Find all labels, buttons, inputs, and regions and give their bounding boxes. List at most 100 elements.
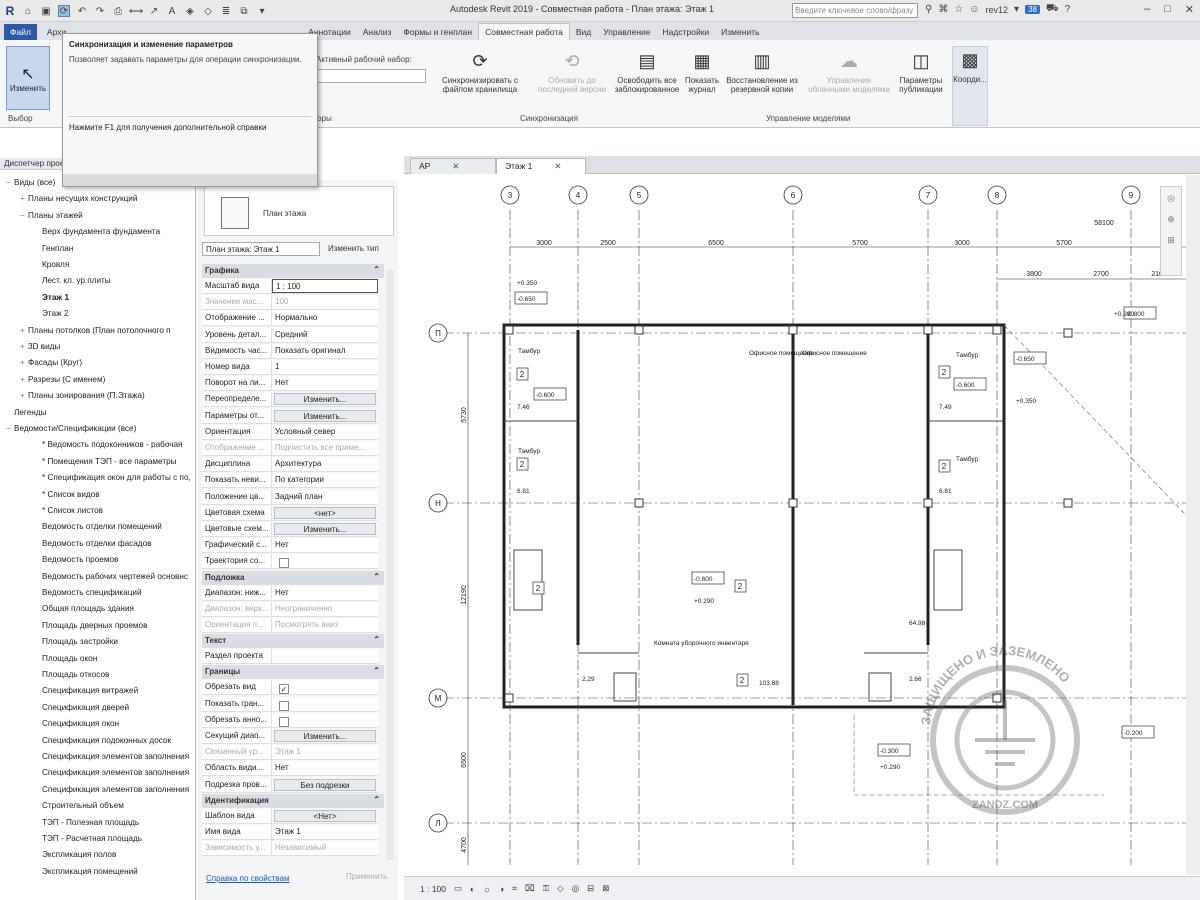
expand-icon[interactable]: +: [20, 194, 28, 203]
apply-button[interactable]: Применить: [346, 872, 387, 881]
properties-help-link[interactable]: Справка по свойствам: [206, 874, 289, 883]
browser-item[interactable]: + Фасады (Круг): [20, 358, 82, 367]
reload-latest-button[interactable]: ⟲ Обновить до последней версии: [530, 48, 614, 95]
property-edit-button[interactable]: Изменить...: [274, 730, 376, 742]
lock-icon[interactable]: ⚿: [543, 883, 549, 894]
cart-icon[interactable]: ⛟: [1046, 3, 1059, 16]
open-icon[interactable]: ⌂: [22, 5, 34, 17]
sun-path-icon[interactable]: ☼: [483, 884, 491, 894]
close-icon[interactable]: ✕: [452, 161, 459, 171]
crop-view-icon[interactable]: ⌗: [512, 883, 517, 894]
text-icon[interactable]: A: [166, 5, 178, 17]
search-input[interactable]: Введите ключевое слово/фразу: [792, 3, 918, 18]
browser-item[interactable]: Спецификация витражей: [34, 686, 138, 695]
browser-item[interactable]: Лест. кл. ур.плиты: [34, 276, 111, 285]
property-value[interactable]: Средний: [272, 327, 378, 342]
publish-settings-button[interactable]: ◫ Параметры публикации: [894, 48, 948, 95]
browser-item[interactable]: Площадь откосов: [34, 670, 109, 679]
expand-icon[interactable]: +: [20, 342, 28, 351]
browser-item[interactable]: Этаж 2: [34, 309, 68, 318]
close-icon[interactable]: ✕: [1185, 3, 1194, 16]
property-value[interactable]: [272, 649, 378, 664]
shadows-icon[interactable]: ◑: [499, 884, 504, 894]
property-value[interactable]: Нет: [272, 376, 378, 391]
property-value[interactable]: 1 : 100: [272, 279, 378, 293]
analytical-icon[interactable]: ⊟: [587, 883, 594, 894]
redo-icon[interactable]: ↷: [94, 5, 106, 17]
tab-addins[interactable]: Надстройки: [657, 24, 716, 40]
property-value[interactable]: Нет: [272, 761, 378, 776]
maximize-icon[interactable]: □: [1164, 3, 1171, 16]
browser-item[interactable]: Легенды: [6, 408, 46, 417]
property-value[interactable]: Задний план: [272, 489, 378, 504]
browser-item[interactable]: − Планы этажей: [20, 211, 83, 220]
property-value[interactable]: Нет: [272, 585, 378, 600]
browser-item[interactable]: Верх фундамента фундамента: [34, 227, 160, 236]
restore-backup-button[interactable]: ▥ Восстановление из резервной копии: [724, 48, 800, 95]
floor-plan-drawing[interactable]: 3 4 5 6 7 8 9 П Н М Л 3000 2500 6500 5700 3000 5700 3800 2…: [404, 175, 1186, 875]
browser-item[interactable]: Этаж 1: [34, 293, 69, 302]
sync-central-button[interactable]: ⟳ Синхронизировать с файлом хранилища: [436, 48, 524, 95]
property-value[interactable]: Нормально: [272, 311, 378, 326]
property-value[interactable]: 1: [272, 360, 378, 374]
coordinate-button[interactable]: ▩ Коорди...: [952, 46, 988, 126]
browser-item[interactable]: Экспликация помещений: [34, 867, 138, 876]
show-history-button[interactable]: ▦ Показать журнал: [682, 48, 722, 95]
cloud-badge[interactable]: 38: [1025, 5, 1040, 14]
show-crop-icon[interactable]: ⌧: [525, 883, 535, 894]
browser-item[interactable]: Спецификация элементов заполнения: [34, 785, 189, 794]
collapse-icon[interactable]: ⌃: [373, 265, 380, 274]
type-selector[interactable]: План этажа: [204, 186, 394, 236]
expand-icon[interactable]: +: [20, 326, 28, 335]
tab-view[interactable]: Вид: [570, 24, 597, 40]
manage-group-label[interactable]: Управление моделями: [766, 114, 850, 123]
3d-icon[interactable]: ◈: [184, 5, 196, 17]
temporary-hide-icon[interactable]: ◇: [557, 883, 564, 894]
revit-logo-icon[interactable]: R: [4, 4, 16, 18]
property-group[interactable]: Границы ⌃: [202, 665, 384, 680]
active-workset-select[interactable]: [316, 69, 426, 83]
browser-item[interactable]: Ведомость проемов: [34, 555, 118, 564]
browser-item[interactable]: Ведомость спецификаций: [34, 588, 142, 597]
steering-wheel-icon[interactable]: ◎: [1167, 193, 1175, 204]
highlight-icon[interactable]: ⊠: [602, 883, 609, 894]
collapse-icon[interactable]: ⌃: [373, 795, 380, 804]
property-value[interactable]: Условный север: [272, 424, 378, 439]
expand-icon[interactable]: +: [20, 375, 28, 384]
property-edit-button[interactable]: Изменить...: [274, 523, 376, 535]
tab-massing-site[interactable]: Формы и генплан: [397, 24, 478, 40]
browser-item[interactable]: Генплан: [34, 244, 73, 253]
property-group[interactable]: Текст ⌃: [202, 634, 384, 649]
browser-item[interactable]: + Планы несущих конструкций: [20, 194, 137, 203]
property-value[interactable]: Нет: [272, 538, 378, 553]
property-checkbox[interactable]: [279, 558, 289, 569]
property-checkbox[interactable]: [279, 716, 289, 727]
browser-item[interactable]: ТЭП - Полезная площадь: [34, 818, 139, 827]
section-icon[interactable]: ◇: [202, 5, 214, 17]
subscription-icon[interactable]: ⌘: [938, 4, 948, 15]
binoculars-icon[interactable]: ⚲: [925, 4, 932, 15]
browser-item[interactable]: ТЭП - Расчетная площадь: [34, 834, 142, 843]
expand-icon[interactable]: +: [20, 358, 28, 367]
browser-item[interactable]: Спецификация окон: [34, 719, 119, 728]
property-edit-button[interactable]: Без подрезки: [274, 778, 376, 791]
tab-manage[interactable]: Управление: [597, 24, 656, 40]
property-edit-button[interactable]: Изменить...: [274, 409, 376, 422]
property-value[interactable]: Показать оригинал: [272, 343, 378, 358]
browser-item[interactable]: Спецификация элементов заполнения: [34, 752, 189, 761]
property-edit-button[interactable]: Изменить...: [274, 393, 376, 406]
modify-button[interactable]: ↖ Изменить: [6, 46, 50, 110]
browser-item[interactable]: +3D виды: [20, 342, 60, 351]
property-edit-button[interactable]: <Нет>: [274, 809, 376, 822]
browser-item[interactable]: Кровля: [34, 260, 69, 269]
property-edit-button[interactable]: <нет>: [274, 506, 376, 519]
save-icon[interactable]: ▣: [40, 5, 52, 17]
browser-item[interactable]: Ведомость отделки фасадов: [34, 539, 151, 548]
browser-item[interactable]: Спецификация дверей: [34, 703, 129, 712]
property-value[interactable]: По категории: [272, 473, 378, 488]
browser-item[interactable]: * Ведомость подоконников - рабочая: [34, 440, 182, 449]
property-group[interactable]: Подложка ⌃: [202, 570, 384, 585]
browser-item[interactable]: * Спецификация окон для работы с по,: [34, 473, 191, 482]
collapse-icon[interactable]: ⌃: [373, 572, 380, 581]
drawing-area[interactable]: 3 4 5 6 7 8 9 П Н М Л 3000 2500 6500 5700 3000 5700 3800 2…: [404, 175, 1186, 875]
